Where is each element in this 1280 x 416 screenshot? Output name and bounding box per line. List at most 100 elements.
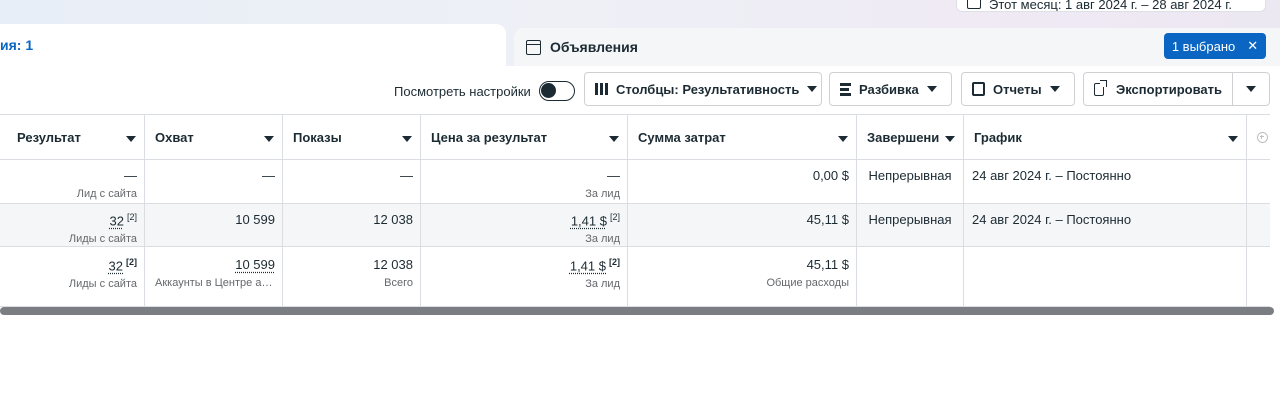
col-reach-label: Охват [155, 130, 194, 145]
calendar-icon [967, 0, 981, 9]
cpr-footnote: [2] [609, 212, 620, 222]
chevron-down-icon [1246, 86, 1256, 92]
reach-total-sub: Аккаунты в Центре ак… [155, 277, 275, 289]
selected-count-label: 1 выбрано [1171, 38, 1236, 54]
col-amount-spent[interactable]: Сумма затрат [628, 115, 857, 159]
spend-value: 0,00 $ [812, 168, 849, 183]
columns-label: Столбцы: Результативность [616, 81, 800, 97]
reports-label: Отчеты [993, 81, 1042, 97]
cell-result: — Лид с сайта [7, 160, 145, 203]
export-label: Экспортировать [1115, 81, 1222, 97]
col-result-label: Результат [17, 130, 81, 145]
toolbar: Посмотреть настройки Столбцы: Результати… [0, 66, 1280, 114]
cpr-value[interactable]: 1,41 $ [571, 213, 607, 228]
cpr-sub: За лид [585, 233, 620, 246]
col-result[interactable]: Результат [7, 115, 145, 159]
cell-schedule: 24 авг 2024 г. – Постоянно [964, 160, 1247, 203]
date-range-picker[interactable]: Этот месяц: 1 авг 2024 г. – 28 авг 2024 … [956, 0, 1266, 12]
tab-ads-label: Объявления [550, 39, 638, 55]
view-settings[interactable]: Посмотреть настройки [394, 81, 575, 101]
cell-ends: Непрерывная [857, 204, 964, 246]
ends-value: Непрерывная [868, 168, 952, 183]
reports-icon [972, 82, 985, 96]
cell-result: 32 [2] Лиды с сайта [7, 204, 145, 246]
reach-value: 10 599 [235, 212, 275, 227]
result-total-footnote: [2] [126, 257, 137, 267]
cell-amount-spent: 45,11 $ [628, 204, 857, 246]
cell-schedule-total [964, 247, 1247, 306]
cell-schedule: 24 авг 2024 г. – Постоянно [964, 204, 1247, 246]
col-impressions-label: Показы [293, 130, 342, 145]
impressions-value: 12 038 [373, 212, 413, 227]
result-total-value[interactable]: 32 [109, 258, 123, 273]
cell-impressions: 12 038 [283, 204, 421, 246]
horizontal-scrollbar[interactable] [0, 307, 1274, 315]
col-ends[interactable]: Завершени [857, 115, 964, 159]
chevron-down-icon [1049, 86, 1060, 92]
cell-impressions: — [283, 160, 421, 203]
chevron-down-icon[interactable] [945, 136, 955, 142]
result-footnote: [2] [126, 212, 137, 222]
spend-total-value: 45,11 $ [806, 257, 849, 272]
tab-adsets[interactable]: ия: 1 [0, 24, 506, 70]
cell-reach: — [145, 160, 283, 203]
schedule-value: 24 авг 2024 г. – Постоянно [972, 212, 1132, 227]
ends-value: Непрерывная [868, 212, 952, 227]
table-row[interactable]: — Лид с сайта — — — За лид 0,00 $ Непрер… [0, 160, 1270, 204]
result-value: — [124, 168, 137, 183]
cell-amount-spent: 0,00 $ [628, 160, 857, 203]
result-total-sub: Лиды с сайта [68, 278, 137, 291]
add-column-icon[interactable] [1257, 132, 1268, 143]
cell-spend-total: 45,11 $ Общие расходы [628, 247, 857, 306]
export-icon [1094, 79, 1107, 96]
date-range-text: Этот месяц: 1 авг 2024 г. – 28 авг 2024 … [989, 0, 1232, 12]
chevron-down-icon [807, 86, 818, 92]
cpr-total-value[interactable]: 1,41 $ [570, 258, 606, 273]
cell-ends-total [857, 247, 964, 306]
col-cost-per-result-label: Цена за результат [431, 130, 548, 145]
cell-result-total: 32 [2] Лиды с сайта [7, 247, 145, 306]
tab-ads[interactable]: Объявления 1 выбрано ✕ [514, 28, 1280, 66]
view-settings-label: Посмотреть настройки [394, 83, 531, 99]
chevron-down-icon[interactable] [402, 136, 412, 142]
reach-value: — [262, 168, 275, 183]
cell-cost-per-result: 1,41 $ [2] За лид [421, 204, 628, 246]
columns-button[interactable]: Столбцы: Результативность [584, 72, 822, 106]
col-schedule[interactable]: График [964, 115, 1247, 159]
selected-count-badge[interactable]: 1 выбрано ✕ [1164, 33, 1266, 59]
reach-total-value[interactable]: 10 599 [235, 257, 275, 272]
reports-button[interactable]: Отчеты [961, 72, 1075, 106]
cell-reach: 10 599 [145, 204, 283, 246]
cell-cpr-total: 1,41 $ [2] За лид [421, 247, 628, 306]
ad-icon [526, 39, 541, 55]
view-settings-toggle[interactable] [538, 81, 575, 101]
cell-impressions-total: 12 038 Всего [283, 247, 421, 306]
schedule-value: 24 авг 2024 г. – Постоянно [972, 168, 1132, 183]
chevron-down-icon[interactable] [126, 136, 136, 142]
cell-reach-total: 10 599 Аккаунты в Центре ак… [145, 247, 283, 306]
col-impressions[interactable]: Показы [283, 115, 421, 159]
result-value[interactable]: 32 [110, 213, 124, 228]
col-cost-per-result[interactable]: Цена за результат [421, 115, 628, 159]
col-reach[interactable]: Охват [145, 115, 283, 159]
result-sub: Лид с сайта [76, 188, 137, 200]
chevron-down-icon[interactable] [264, 136, 274, 142]
breakdown-button[interactable]: Разбивка [829, 72, 952, 106]
breakdown-label: Разбивка [859, 81, 919, 97]
chevron-down-icon[interactable] [838, 136, 848, 142]
cpr-sub: За лид [585, 188, 620, 200]
table-row[interactable]: 32 [2] Лиды с сайта 10 599 12 038 1,41 $[… [0, 204, 1270, 247]
breakdown-icon [840, 82, 851, 96]
cpr-total-sub: За лид [585, 278, 620, 291]
columns-icon [595, 83, 608, 95]
clear-selection-icon[interactable]: ✕ [1247, 38, 1258, 54]
table-total-row: 32 [2] Лиды с сайта 10 599 Аккаунты в Цен… [0, 247, 1270, 307]
impressions-total-sub: Всего [384, 277, 413, 289]
chevron-down-icon[interactable] [1228, 136, 1238, 142]
export-button[interactable]: Экспортировать [1083, 72, 1233, 106]
export-menu-button[interactable] [1232, 72, 1270, 106]
cpr-total-footnote: [2] [609, 257, 620, 267]
spend-total-sub: Общие расходы [766, 277, 849, 289]
cpr-value: — [607, 168, 620, 183]
chevron-down-icon[interactable] [609, 136, 619, 142]
